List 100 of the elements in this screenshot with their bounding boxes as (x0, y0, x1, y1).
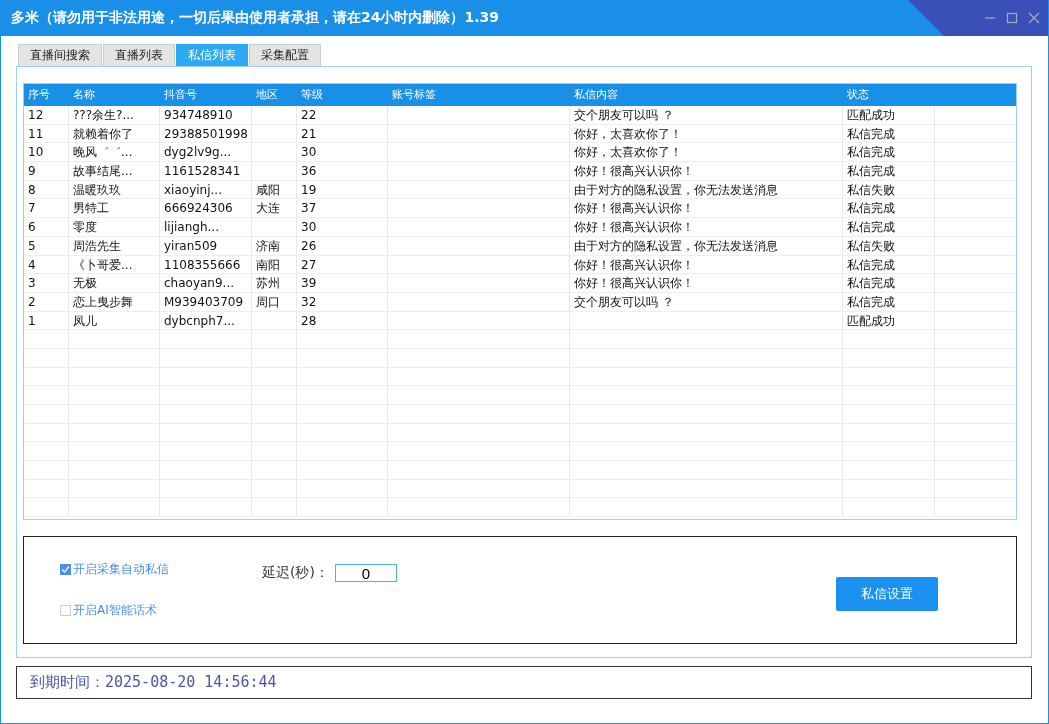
maximize-icon[interactable] (1006, 12, 1018, 24)
name-cell: 晚风゛゛... (69, 143, 160, 162)
region-cell: 咸阳 (252, 180, 297, 199)
level-cell: 30 (297, 218, 388, 236)
message-cell: 由于对方的隐私设置，你无法发送消息 (570, 180, 843, 199)
status-cell: 私信完成 (843, 199, 935, 218)
message-cell: 你好！很高兴认识你！ (570, 274, 843, 292)
level-cell: 21 (297, 124, 388, 143)
account-id-cell: lijiangh... (160, 218, 252, 236)
level-cell: 26 (297, 236, 388, 255)
column-header[interactable]: 地区 (252, 84, 297, 106)
level-cell: 36 (297, 162, 388, 180)
column-header[interactable]: 状态 (843, 84, 935, 106)
name-cell: 故事结尾... (69, 162, 160, 180)
column-header[interactable]: 名称 (69, 84, 160, 106)
status-cell: 匹配成功 (843, 311, 935, 330)
account-id-cell: 666924306 (160, 199, 252, 218)
message-cell: 你好，太喜欢你了！ (570, 143, 843, 162)
name-cell: 男特工 (69, 199, 160, 218)
name-cell: 无极 (69, 274, 160, 292)
level-cell: 19 (297, 180, 388, 199)
index-cell: 4 (24, 255, 69, 274)
name-cell: 温暖玖玖 (69, 180, 160, 199)
column-header[interactable]: 等级 (297, 84, 388, 106)
corner-decoration-icon (908, 0, 1048, 36)
message-cell: 由于对方的隐私设置，你无法发送消息 (570, 236, 843, 255)
tab[interactable]: 采集配置 (249, 44, 321, 66)
region-cell: 大连 (252, 199, 297, 218)
account-id-cell: 1108355666 (160, 255, 252, 274)
message-cell: 你好，太喜欢你了！ (570, 124, 843, 143)
account-id-cell: dyg2lv9g... (160, 143, 252, 162)
status-cell: 私信完成 (843, 143, 935, 162)
checkbox[interactable] (60, 605, 71, 616)
status-cell: 私信完成 (843, 162, 935, 180)
status-cell: 私信失败 (843, 180, 935, 199)
checkbox-label[interactable]: 开启采集自动私信 (73, 561, 169, 578)
region-cell: 南阳 (252, 255, 297, 274)
level-cell: 22 (297, 106, 388, 124)
level-cell: 37 (297, 199, 388, 218)
delay-input[interactable]: 0 (334, 564, 397, 582)
name-cell: 凤儿 (69, 311, 160, 330)
status-cell: 匹配成功 (843, 106, 935, 124)
column-header[interactable]: 序号 (24, 84, 69, 106)
index-cell: 3 (24, 274, 69, 292)
account-id-cell: yiran509 (160, 236, 252, 255)
level-cell: 30 (297, 143, 388, 162)
tab[interactable]: 私信列表 (176, 44, 248, 66)
expiry-time-text: 到期时间：2025-08-20 14:56:44 (30, 673, 277, 692)
close-icon[interactable] (1028, 12, 1040, 24)
column-header[interactable]: 私信内容 (570, 84, 843, 106)
tab[interactable]: 直播列表 (103, 44, 175, 66)
account-id-cell: 29388501998 (160, 124, 252, 143)
name-cell: ???余生?... (69, 106, 160, 124)
message-settings-button[interactable]: 私信设置 (836, 577, 938, 611)
status-cell: 私信失败 (843, 236, 935, 255)
region-cell: 苏州 (252, 274, 297, 292)
name-cell: 周浩先生 (69, 236, 160, 255)
status-cell: 私信完成 (843, 274, 935, 292)
message-cell: 交个朋友可以吗 ？ (570, 292, 843, 311)
message-cell: 你好！很高兴认识你！ (570, 199, 843, 218)
account-id-cell: 934748910 (160, 106, 252, 124)
index-cell: 10 (24, 143, 69, 162)
status-cell: 私信完成 (843, 124, 935, 143)
region-cell: 周口 (252, 292, 297, 311)
message-cell: 你好！很高兴认识你！ (570, 162, 843, 180)
level-cell: 32 (297, 292, 388, 311)
level-cell: 39 (297, 274, 388, 292)
account-id-cell: xiaoyinj... (160, 180, 252, 199)
status-cell: 私信完成 (843, 255, 935, 274)
window-title: 多米（请勿用于非法用途，一切后果由使用者承担，请在24小时内删除）1.39 (11, 9, 500, 27)
column-header[interactable]: 账号标签 (388, 84, 570, 106)
account-id-cell: chaoyan9... (160, 274, 252, 292)
checkbox[interactable] (60, 564, 71, 575)
status-cell: 私信完成 (843, 218, 935, 236)
level-cell: 27 (297, 255, 388, 274)
index-cell: 2 (24, 292, 69, 311)
status-cell: 私信完成 (843, 292, 935, 311)
region-cell: 济南 (252, 236, 297, 255)
checkbox-label[interactable]: 开启AI智能话术 (73, 602, 157, 619)
index-cell: 1 (24, 311, 69, 330)
index-cell: 12 (24, 106, 69, 124)
column-header[interactable]: 抖音号 (160, 84, 252, 106)
name-cell: 就赖着你了 (69, 124, 160, 143)
account-id-cell: M939403709 (160, 292, 252, 311)
account-id-cell: 1161528341 (160, 162, 252, 180)
account-id-cell: dybcnph7... (160, 311, 252, 330)
message-cell: 交个朋友可以吗 ？ (570, 106, 843, 124)
index-cell: 11 (24, 124, 69, 143)
message-cell: 你好！很高兴认识你！ (570, 218, 843, 236)
delay-label: 延迟(秒)： (262, 564, 329, 582)
index-cell: 6 (24, 218, 69, 236)
tab[interactable]: 直播间搜索 (18, 44, 102, 66)
name-cell: 恋上曳步舞 (69, 292, 160, 311)
index-cell: 5 (24, 236, 69, 255)
index-cell: 9 (24, 162, 69, 180)
level-cell: 28 (297, 311, 388, 330)
message-cell: 你好！很高兴认识你！ (570, 255, 843, 274)
name-cell: 零度 (69, 218, 160, 236)
index-cell: 8 (24, 180, 69, 199)
name-cell: 《卜哥爱... (69, 255, 160, 274)
